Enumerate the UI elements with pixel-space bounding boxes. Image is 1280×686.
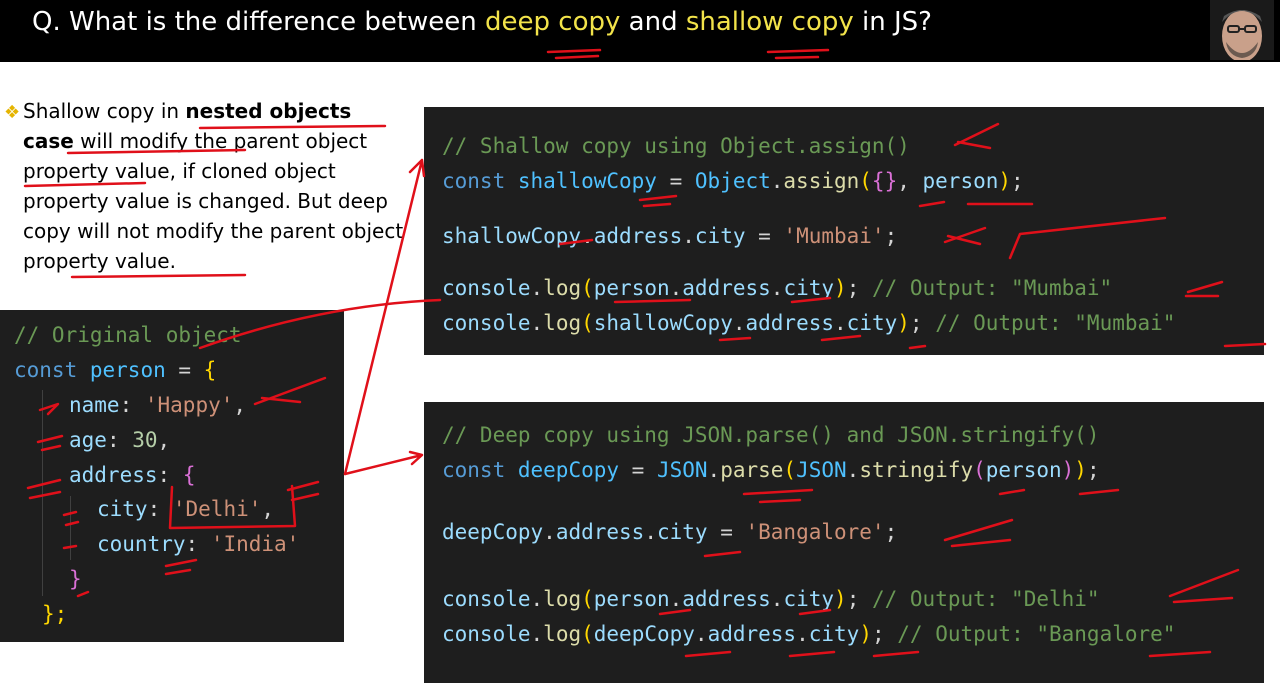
- arrow-to-deep: [343, 450, 424, 476]
- deep-copy-code: // Deep copy using JSON.parse() and JSON…: [424, 402, 1264, 683]
- title-highlight-deep-copy: deep copy: [485, 7, 621, 37]
- title-highlight-shallow-copy: shallow copy: [685, 7, 854, 37]
- page-title: Q. What is the difference between deep c…: [32, 7, 932, 37]
- explanation-paragraph: ❖ Shallow copy in nested objects case wi…: [4, 99, 404, 273]
- title-bar: Q. What is the difference between deep c…: [0, 0, 1280, 62]
- presenter-avatar: [1210, 0, 1274, 60]
- diamond-bullet-icon: ❖: [4, 102, 21, 123]
- shallow-copy-code: // Shallow copy using Object.assign() co…: [424, 107, 1264, 355]
- original-object-code: // Original object const person = { name…: [0, 310, 344, 642]
